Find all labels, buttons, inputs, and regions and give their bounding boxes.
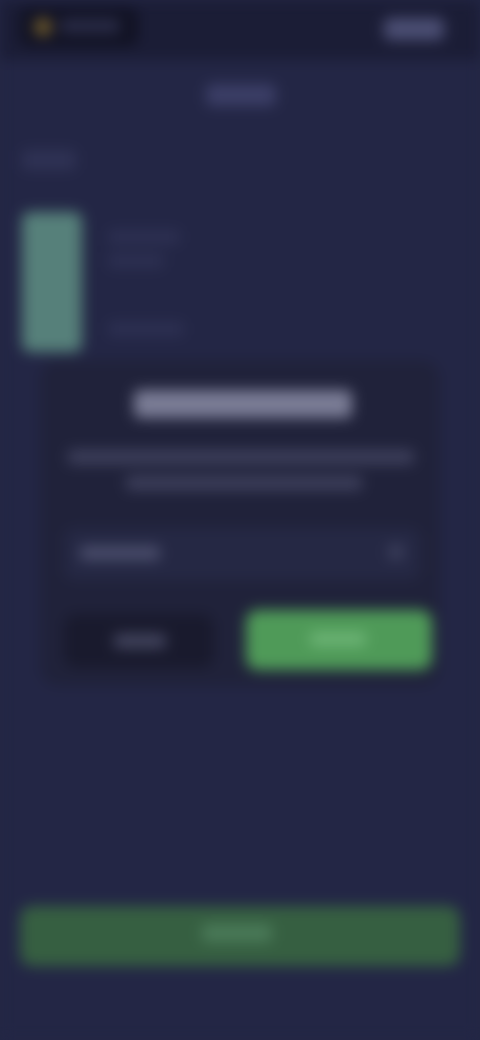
circle-icon bbox=[34, 18, 52, 36]
bottom-action-button-label bbox=[202, 924, 272, 942]
info-line bbox=[108, 230, 180, 244]
cancel-button-label bbox=[114, 634, 166, 648]
confirm-button[interactable] bbox=[246, 610, 432, 670]
cancel-button[interactable] bbox=[64, 614, 214, 668]
dialog-message-line bbox=[68, 450, 414, 464]
info-line bbox=[108, 254, 164, 268]
screen bbox=[0, 0, 480, 1040]
top-right-button[interactable] bbox=[384, 18, 444, 40]
dialog-message-line bbox=[126, 476, 362, 490]
dialog-select[interactable] bbox=[64, 528, 420, 580]
top-bar bbox=[0, 0, 480, 60]
chevron-down-icon bbox=[388, 544, 404, 560]
dialog-title bbox=[134, 390, 352, 418]
section-label bbox=[22, 150, 76, 170]
modal-dialog bbox=[40, 360, 440, 686]
dialog-select-value bbox=[80, 546, 160, 560]
top-left-pill[interactable] bbox=[20, 8, 138, 46]
top-left-pill-label bbox=[60, 19, 120, 33]
page-title bbox=[206, 84, 276, 106]
level-bar bbox=[22, 212, 82, 352]
info-line bbox=[108, 322, 184, 336]
confirm-button-label bbox=[310, 632, 366, 646]
